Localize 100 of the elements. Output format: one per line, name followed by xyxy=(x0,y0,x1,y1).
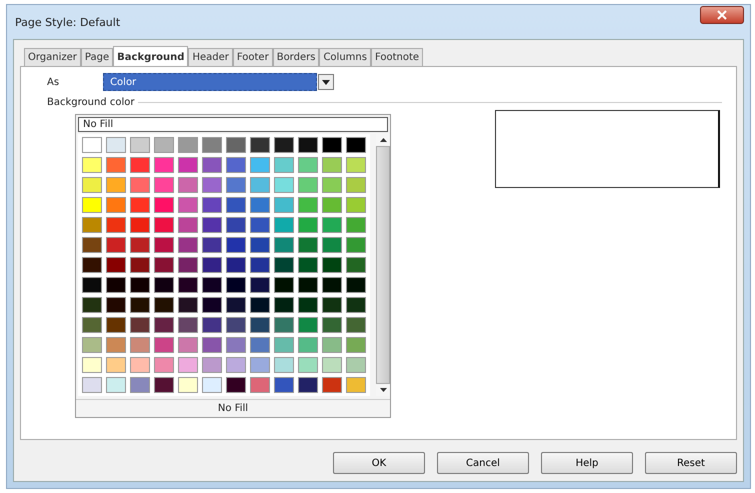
color-swatch[interactable] xyxy=(202,177,222,193)
color-swatch[interactable] xyxy=(274,357,294,373)
color-swatch[interactable] xyxy=(298,157,318,173)
color-swatch[interactable] xyxy=(130,277,150,293)
color-swatch[interactable] xyxy=(250,337,270,353)
color-swatch[interactable] xyxy=(250,297,270,313)
color-swatch[interactable] xyxy=(346,377,366,393)
color-swatch[interactable] xyxy=(130,357,150,373)
color-swatch[interactable] xyxy=(250,157,270,173)
color-swatch[interactable] xyxy=(202,357,222,373)
color-swatch[interactable] xyxy=(154,377,174,393)
color-swatch[interactable] xyxy=(154,177,174,193)
dialog-button[interactable]: Cancel xyxy=(437,452,529,474)
color-swatch[interactable] xyxy=(106,237,126,253)
color-swatch[interactable] xyxy=(346,257,366,273)
color-swatch[interactable] xyxy=(274,217,294,233)
color-swatch[interactable] xyxy=(154,257,174,273)
color-swatch[interactable] xyxy=(154,337,174,353)
color-swatch[interactable] xyxy=(322,217,342,233)
color-swatch[interactable] xyxy=(130,297,150,313)
color-swatch[interactable] xyxy=(274,297,294,313)
color-swatch[interactable] xyxy=(130,197,150,213)
color-swatch[interactable] xyxy=(226,297,246,313)
tab[interactable]: Header xyxy=(188,48,233,66)
color-swatch[interactable] xyxy=(154,357,174,373)
color-swatch[interactable] xyxy=(82,217,102,233)
color-swatch[interactable] xyxy=(298,337,318,353)
color-swatch[interactable] xyxy=(82,377,102,393)
color-swatch[interactable] xyxy=(202,137,222,153)
color-swatch[interactable] xyxy=(178,137,198,153)
tab[interactable]: Organizer xyxy=(24,48,81,66)
color-swatch[interactable] xyxy=(250,357,270,373)
color-swatch[interactable] xyxy=(298,197,318,213)
color-swatch[interactable] xyxy=(322,137,342,153)
color-swatch[interactable] xyxy=(130,157,150,173)
color-swatch[interactable] xyxy=(178,177,198,193)
color-swatch[interactable] xyxy=(274,157,294,173)
color-swatch[interactable] xyxy=(130,337,150,353)
color-swatch[interactable] xyxy=(106,277,126,293)
color-swatch[interactable] xyxy=(130,317,150,333)
color-swatch[interactable] xyxy=(322,177,342,193)
tab[interactable]: Footer xyxy=(232,48,273,66)
close-button[interactable] xyxy=(700,6,744,24)
color-swatch[interactable] xyxy=(274,277,294,293)
color-swatch[interactable] xyxy=(346,137,366,153)
color-swatch[interactable] xyxy=(250,377,270,393)
color-swatch[interactable] xyxy=(178,377,198,393)
color-swatch[interactable] xyxy=(322,157,342,173)
color-swatch[interactable] xyxy=(106,197,126,213)
color-swatch[interactable] xyxy=(226,177,246,193)
color-swatch[interactable] xyxy=(130,217,150,233)
color-swatch[interactable] xyxy=(178,197,198,213)
color-swatch[interactable] xyxy=(226,337,246,353)
color-swatch[interactable] xyxy=(346,337,366,353)
color-swatch[interactable] xyxy=(82,277,102,293)
color-swatch[interactable] xyxy=(346,277,366,293)
color-swatch[interactable] xyxy=(226,257,246,273)
color-swatch[interactable] xyxy=(82,137,102,153)
tab[interactable]: Borders xyxy=(272,48,320,66)
color-swatch[interactable] xyxy=(202,157,222,173)
color-swatch[interactable] xyxy=(298,257,318,273)
color-swatch[interactable] xyxy=(106,257,126,273)
color-swatch[interactable] xyxy=(322,237,342,253)
color-swatch[interactable] xyxy=(322,197,342,213)
color-swatch[interactable] xyxy=(178,217,198,233)
color-swatch[interactable] xyxy=(178,157,198,173)
scroll-up-icon[interactable] xyxy=(380,138,386,142)
color-swatch[interactable] xyxy=(202,297,222,313)
color-swatch[interactable] xyxy=(202,217,222,233)
color-swatch[interactable] xyxy=(226,277,246,293)
color-swatch[interactable] xyxy=(82,177,102,193)
color-swatch[interactable] xyxy=(298,237,318,253)
color-swatch[interactable] xyxy=(106,337,126,353)
color-swatch[interactable] xyxy=(250,217,270,233)
color-swatch[interactable] xyxy=(130,137,150,153)
color-swatch[interactable] xyxy=(82,157,102,173)
tab[interactable]: Background xyxy=(113,46,188,66)
color-swatch[interactable] xyxy=(82,197,102,213)
color-swatch[interactable] xyxy=(106,177,126,193)
color-swatch[interactable] xyxy=(226,317,246,333)
color-swatch[interactable] xyxy=(178,257,198,273)
color-swatch[interactable] xyxy=(346,297,366,313)
color-swatch[interactable] xyxy=(226,197,246,213)
color-swatch[interactable] xyxy=(154,237,174,253)
color-swatch[interactable] xyxy=(250,237,270,253)
color-swatch[interactable] xyxy=(346,317,366,333)
color-swatch[interactable] xyxy=(298,357,318,373)
color-swatch[interactable] xyxy=(274,137,294,153)
color-swatch[interactable] xyxy=(178,237,198,253)
color-swatch[interactable] xyxy=(154,137,174,153)
color-swatch[interactable] xyxy=(202,277,222,293)
color-swatch[interactable] xyxy=(202,257,222,273)
color-swatch[interactable] xyxy=(82,297,102,313)
color-swatch[interactable] xyxy=(250,277,270,293)
color-swatch[interactable] xyxy=(274,337,294,353)
color-swatch[interactable] xyxy=(298,377,318,393)
color-swatch[interactable] xyxy=(250,317,270,333)
tab[interactable]: Columns xyxy=(319,48,371,66)
color-swatch[interactable] xyxy=(226,357,246,373)
color-swatch[interactable] xyxy=(82,317,102,333)
